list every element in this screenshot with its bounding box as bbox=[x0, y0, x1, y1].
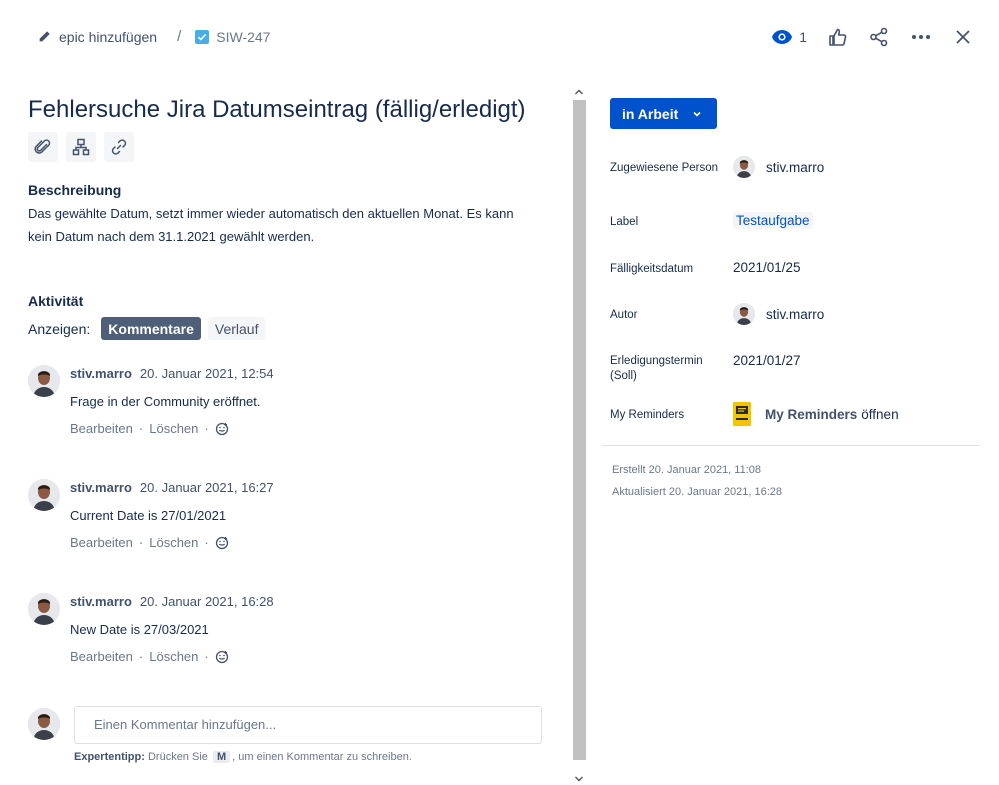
issue-key-link[interactable]: SIW-247 bbox=[216, 29, 270, 45]
edit-comment-link[interactable]: Bearbeiten bbox=[70, 649, 133, 664]
updated-timestamp: Aktualisiert 20. Januar 2021, 16:28 bbox=[612, 486, 783, 498]
assignee-name: stiv.marro bbox=[766, 159, 825, 175]
hierarchy-icon bbox=[72, 138, 90, 156]
comment-text: Frage in der Community eröffnet. bbox=[70, 394, 261, 409]
field-label: Autor bbox=[610, 309, 638, 321]
field-label: Zugewiesene Person bbox=[610, 162, 719, 174]
status-dropdown[interactable]: in Arbeit bbox=[610, 98, 717, 129]
comment-author[interactable]: stiv.marro bbox=[70, 594, 132, 609]
comment-author[interactable]: stiv.marro bbox=[70, 366, 132, 381]
reminders-app-icon bbox=[733, 402, 751, 426]
target-date-value[interactable]: 2021/01/27 bbox=[733, 353, 801, 368]
field-label: My Reminders bbox=[610, 409, 685, 421]
share-icon bbox=[870, 27, 888, 47]
show-label: Anzeigen: bbox=[28, 320, 91, 337]
attach-button[interactable] bbox=[28, 132, 58, 162]
field-label: Erledigungstermin (Soll) bbox=[610, 355, 703, 382]
add-epic-link[interactable]: epic hinzufügen bbox=[59, 29, 157, 45]
field-label: Fälligkeitsdatum bbox=[610, 263, 694, 275]
reminders-link: My Reminders bbox=[765, 406, 858, 422]
comment-date: 20. Januar 2021, 16:27 bbox=[139, 480, 274, 495]
chevron-down-icon bbox=[693, 111, 701, 117]
top-bar: epic hinzufügen / SIW-247 1 bbox=[0, 0, 999, 72]
comment-date: 20. Januar 2021, 16:28 bbox=[139, 594, 274, 609]
description-heading: Beschreibung bbox=[28, 182, 122, 198]
share-button[interactable] bbox=[863, 22, 895, 52]
breadcrumb: epic hinzufügen / SIW-247 bbox=[37, 28, 270, 45]
more-actions-button[interactable] bbox=[905, 22, 937, 52]
scroll-down-icon[interactable] bbox=[573, 773, 585, 785]
watch-button[interactable]: 1 bbox=[767, 22, 811, 52]
tab-comments[interactable]: Kommentare bbox=[101, 317, 201, 340]
more-icon bbox=[912, 35, 930, 39]
watch-count: 1 bbox=[799, 29, 807, 45]
divider bbox=[602, 445, 980, 446]
edit-comment-link[interactable]: Bearbeiten bbox=[70, 535, 133, 550]
thumbs-up-icon bbox=[829, 28, 847, 46]
created-timestamp: Erstellt 20. Januar 2021, 11:08 bbox=[612, 464, 762, 476]
scroll-up-icon[interactable] bbox=[573, 86, 585, 98]
issue-main: Fehlersuche Jira Datumseintrag (fällig/e… bbox=[28, 88, 558, 248]
like-button[interactable] bbox=[821, 22, 853, 52]
avatar[interactable] bbox=[28, 365, 60, 397]
issue-actions: 1 bbox=[767, 22, 979, 52]
description-text[interactable]: Das gewählte Datum, setzt immer wieder a… bbox=[28, 202, 528, 248]
delete-comment-link[interactable]: Löschen bbox=[149, 421, 198, 436]
shortcut-key: M bbox=[212, 751, 231, 763]
link-issue-button[interactable] bbox=[104, 132, 134, 162]
delete-comment-link[interactable]: Löschen bbox=[149, 649, 198, 664]
activity-filter: Anzeigen: Kommentare Verlauf bbox=[28, 317, 272, 340]
activity-heading: Aktivität bbox=[28, 293, 84, 309]
comment-date: 20. Januar 2021, 12:54 bbox=[139, 366, 274, 381]
emoji-reaction-icon[interactable] bbox=[215, 650, 229, 664]
pencil-icon bbox=[39, 30, 50, 41]
issue-title[interactable]: Fehlersuche Jira Datumseintrag (fällig/e… bbox=[28, 88, 558, 132]
eye-icon bbox=[772, 30, 793, 44]
label-tag[interactable]: Testaufgabe bbox=[733, 212, 813, 229]
avatar[interactable] bbox=[28, 593, 60, 625]
due-date-value[interactable]: 2021/01/25 bbox=[733, 260, 801, 275]
comment-author[interactable]: stiv.marro bbox=[70, 480, 132, 495]
comment-text: Current Date is 27/01/2021 bbox=[70, 508, 227, 523]
emoji-reaction-icon[interactable] bbox=[215, 422, 229, 436]
edit-comment-link[interactable]: Bearbeiten bbox=[70, 421, 133, 436]
scrollbar[interactable] bbox=[572, 86, 586, 785]
close-button[interactable] bbox=[947, 22, 979, 52]
pro-tip: Expertentipp: Drücken Sie M, um einen Ko… bbox=[74, 751, 412, 763]
quick-add-buttons bbox=[28, 132, 558, 162]
avatar bbox=[28, 708, 60, 740]
task-type-icon bbox=[195, 29, 210, 44]
paperclip-icon bbox=[34, 139, 51, 154]
scrollbar-thumb[interactable] bbox=[573, 100, 586, 760]
reporter-name: stiv.marro bbox=[766, 306, 825, 322]
breadcrumb-separator: / bbox=[177, 28, 182, 45]
emoji-reaction-icon[interactable] bbox=[215, 536, 229, 550]
tab-history[interactable]: Verlauf bbox=[207, 317, 266, 340]
comment-input[interactable]: Einen Kommentar hinzufügen... bbox=[74, 706, 542, 744]
status-label: in Arbeit bbox=[622, 105, 679, 122]
field-label: Label bbox=[610, 216, 639, 228]
avatar[interactable] bbox=[28, 479, 60, 511]
avatar bbox=[733, 303, 755, 325]
link-icon bbox=[111, 139, 127, 155]
avatar bbox=[733, 156, 755, 178]
delete-comment-link[interactable]: Löschen bbox=[149, 535, 198, 550]
comment-text: New Date is 27/03/2021 bbox=[70, 622, 209, 637]
close-icon bbox=[956, 30, 970, 44]
child-issue-button[interactable] bbox=[66, 132, 96, 162]
